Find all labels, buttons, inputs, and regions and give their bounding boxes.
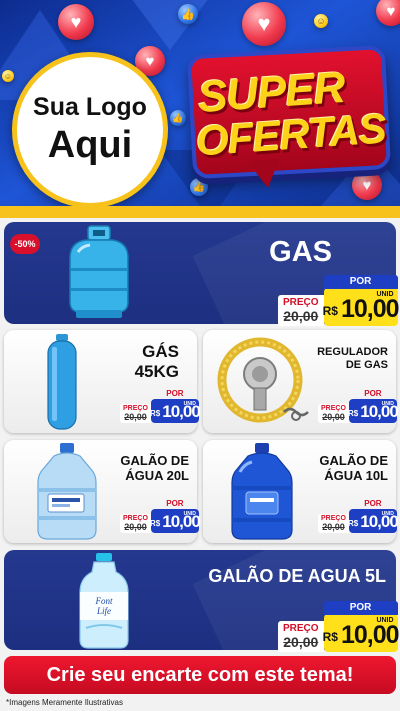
- old-price-label: PREÇO: [321, 405, 346, 412]
- price-tag: PREÇO 20,00 POR UNID R$ 10,00: [278, 275, 400, 326]
- smile-reaction-icon: ☺: [314, 14, 328, 28]
- like-reaction-icon: 👍: [190, 178, 208, 196]
- old-price-label: PREÇO: [123, 405, 148, 412]
- flyer-page: ♥ ♥ ♥ ♥ ♥ 👍 👍 👍 ☺ ☺ Sua Logo Aqui SUPER …: [0, 0, 400, 711]
- currency-symbol: R$: [348, 409, 359, 418]
- water-jug-10l-icon: [231, 443, 293, 540]
- currency-symbol: R$: [322, 630, 338, 644]
- create-flyer-button[interactable]: Crie seu encarte com este tema!: [4, 656, 396, 694]
- price-tag: PREÇO 20,00 POR UNID R$ 10,00: [120, 389, 201, 423]
- unid-label: UNID: [183, 401, 196, 407]
- heart-reaction-icon: ♥: [242, 2, 286, 46]
- product-title: REGULADOR DE GAS: [317, 346, 388, 371]
- gas-regulator-icon: [217, 337, 309, 423]
- por-label: POR: [364, 499, 382, 508]
- disclaimer-text: *Imagens Meramente Ilustrativas: [6, 698, 123, 707]
- price-tag: PREÇO 20,00 POR UNID R$ 10,00: [278, 601, 400, 652]
- logo-text-line1: Sua Logo: [33, 93, 147, 121]
- unid-label: UNID: [376, 617, 394, 624]
- water-jug-20l-icon: [37, 443, 97, 540]
- por-label: POR: [323, 601, 398, 615]
- currency-symbol: R$: [150, 519, 161, 528]
- product-title: GALÃO DE ÁGUA 20L: [120, 453, 189, 484]
- product-title-line1: GALÃO DE: [319, 453, 388, 468]
- new-price-box: POR UNID R$ 10,00: [150, 499, 201, 533]
- unid-label: UNID: [183, 511, 196, 517]
- old-price-value: 20,00: [283, 308, 319, 324]
- logo-placeholder[interactable]: Sua Logo Aqui: [12, 52, 168, 208]
- old-price: PREÇO 20,00: [278, 295, 324, 326]
- old-price-value: 20,00: [322, 522, 345, 532]
- new-price-box: POR UNID R$ 10,00: [348, 389, 399, 423]
- product-title-line2: ÁGUA 10L: [324, 467, 388, 483]
- old-price-value: 20,00: [322, 412, 345, 422]
- por-label: POR: [166, 499, 184, 508]
- product-title-line1: GÁS: [142, 342, 179, 361]
- heart-reaction-icon: ♥: [376, 0, 400, 26]
- header-banner: ♥ ♥ ♥ ♥ ♥ 👍 👍 👍 ☺ ☺ Sua Logo Aqui SUPER …: [0, 0, 400, 216]
- currency-symbol: R$: [322, 304, 338, 318]
- product-title-line2: ÁGUA 20L: [125, 467, 189, 483]
- old-price: PREÇO 20,00: [318, 404, 349, 423]
- heart-reaction-icon: ♥: [58, 4, 94, 40]
- price-tag: PREÇO 20,00 POR UNID R$ 10,00: [318, 389, 399, 423]
- old-price-label: PREÇO: [283, 297, 319, 308]
- like-reaction-icon: 👍: [178, 4, 198, 24]
- currency-symbol: R$: [348, 519, 359, 528]
- product-title: GAS: [269, 236, 332, 268]
- por-label: POR: [364, 389, 382, 398]
- new-price-value: 10,00: [340, 295, 400, 323]
- old-price: PREÇO 20,00: [120, 514, 151, 533]
- product-title-line1: REGULADOR: [317, 346, 388, 358]
- new-price-box: POR UNID R$ 10,00: [322, 601, 400, 652]
- unid-label: UNID: [376, 291, 394, 298]
- price-tag: PREÇO 20,00 POR UNID R$ 10,00: [120, 499, 201, 533]
- bottle-brand-line2: Life: [96, 606, 111, 616]
- old-price-value: 20,00: [124, 522, 147, 532]
- product-title: GALÃO DE AGUA 5L: [208, 566, 386, 586]
- old-price: PREÇO 20,00: [318, 514, 349, 533]
- por-label: POR: [166, 389, 184, 398]
- old-price-label: PREÇO: [123, 515, 148, 522]
- old-price: PREÇO 20,00: [278, 621, 324, 652]
- logo-text-line2: Aqui: [47, 124, 133, 166]
- discount-badge: -50%: [10, 234, 40, 254]
- decor-triangle: [110, 0, 230, 50]
- new-price-box: POR UNID R$ 10,00: [322, 275, 400, 326]
- unid-label: UNID: [381, 401, 394, 407]
- price-tag: PREÇO 20,00 POR UNID R$ 10,00: [318, 499, 399, 533]
- product-title-line2: 45KG: [134, 361, 179, 381]
- unid-label: UNID: [381, 511, 394, 517]
- old-price-label: PREÇO: [321, 515, 346, 522]
- divider-strip: [0, 206, 400, 218]
- new-price-box: POR UNID R$ 10,00: [150, 389, 201, 423]
- product-title-line1: GALÃO DE: [120, 453, 189, 468]
- product-title: GÁS 45KG: [135, 342, 179, 381]
- product-title-line2: DE GAS: [345, 358, 388, 371]
- old-price: PREÇO 20,00: [120, 404, 151, 423]
- tall-gas-cylinder-icon: [47, 334, 77, 430]
- old-price-value: 20,00: [124, 412, 147, 422]
- product-title: GALÃO DE ÁGUA 10L: [319, 453, 388, 484]
- currency-symbol: R$: [150, 409, 161, 418]
- new-price-box: POR UNID R$ 10,00: [348, 499, 399, 533]
- speech-tail: [248, 157, 284, 191]
- old-price-label: PREÇO: [283, 623, 319, 634]
- smile-reaction-icon: ☺: [2, 70, 14, 82]
- water-bottle-5l-icon: Font Life: [79, 553, 129, 649]
- new-price-value: 10,00: [340, 621, 400, 649]
- old-price-value: 20,00: [283, 634, 319, 650]
- gas-cylinder-icon: [69, 225, 129, 318]
- bottle-brand-line1: Font: [95, 596, 113, 606]
- heart-reaction-icon: ♥: [352, 170, 382, 200]
- por-label: POR: [323, 275, 398, 289]
- like-reaction-icon: 👍: [170, 110, 186, 126]
